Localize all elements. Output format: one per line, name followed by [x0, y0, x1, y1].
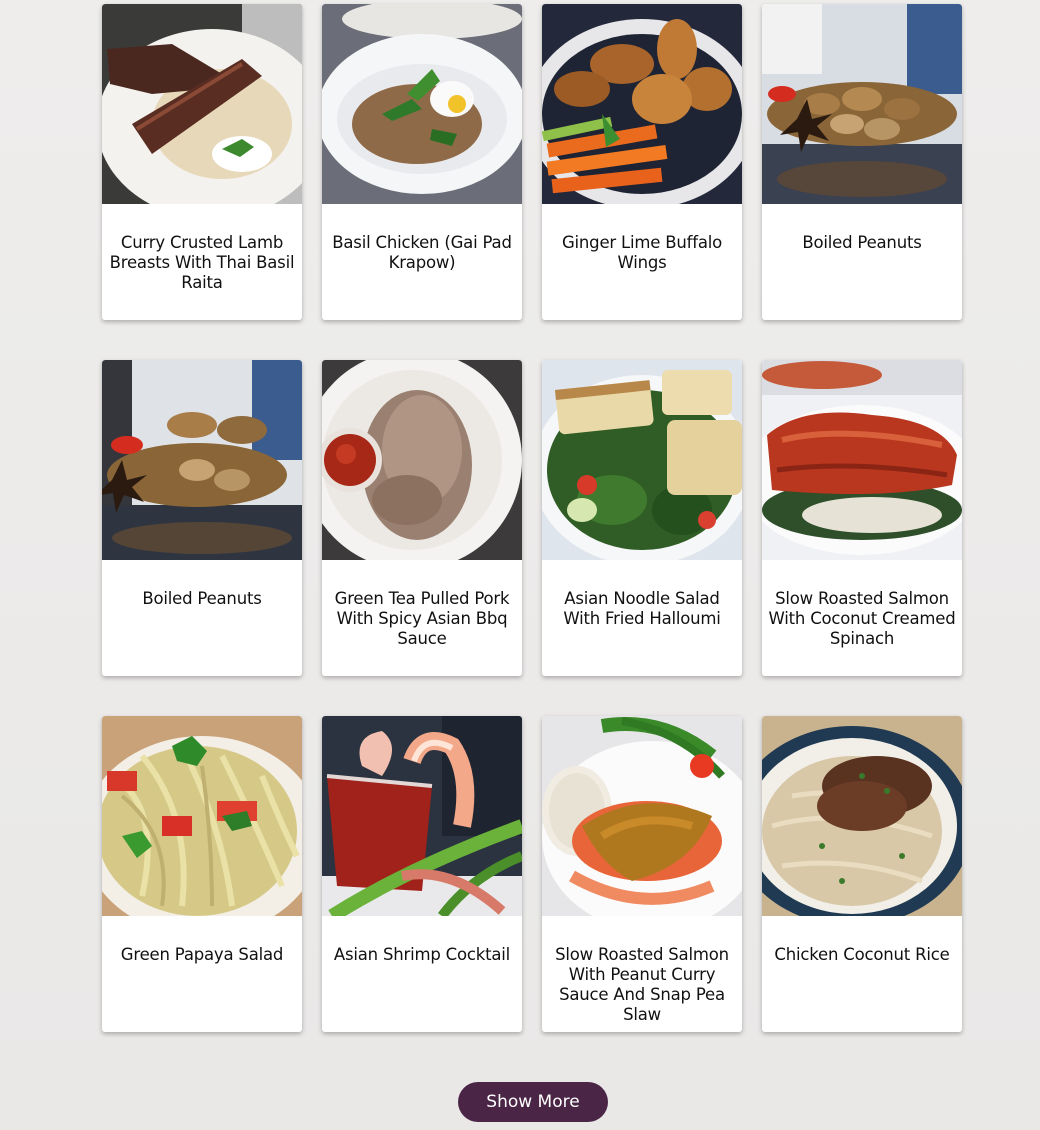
recipe-card[interactable]: Slow Roasted Salmon With Peanut Curry Sa… — [542, 716, 742, 1032]
recipe-card[interactable]: Green Tea Pulled Pork With Spicy Asian B… — [322, 360, 522, 676]
recipe-photo-salmon-curry[interactable] — [542, 716, 742, 916]
recipe-photo-pulled-pork[interactable] — [322, 360, 522, 560]
recipe-title[interactable]: Boiled Peanuts — [102, 560, 302, 609]
recipe-photo-salmon-spinach[interactable] — [762, 360, 962, 560]
recipe-title[interactable]: Curry Crusted Lamb Breasts With Thai Bas… — [102, 204, 302, 293]
recipe-title[interactable]: Basil Chicken (Gai Pad Krapow) — [322, 204, 522, 273]
recipe-title[interactable]: Green Tea Pulled Pork With Spicy Asian B… — [322, 560, 522, 649]
recipe-title[interactable]: Slow Roasted Salmon With Coconut Creamed… — [762, 560, 962, 649]
recipe-title[interactable]: Asian Noodle Salad With Fried Halloumi — [542, 560, 742, 629]
recipe-grid: Curry Crusted Lamb Breasts With Thai Bas… — [102, 4, 962, 1032]
recipe-card[interactable]: Slow Roasted Salmon With Coconut Creamed… — [762, 360, 962, 676]
recipe-photo-halloumi-salad[interactable] — [542, 360, 742, 560]
recipe-title[interactable]: Chicken Coconut Rice — [762, 916, 962, 965]
recipe-photo-basil-chicken[interactable] — [322, 4, 522, 204]
recipe-card[interactable]: Ginger Lime Buffalo Wings — [542, 4, 742, 320]
recipe-photo-coconut-rice[interactable] — [762, 716, 962, 916]
recipe-card[interactable]: Boiled Peanuts — [102, 360, 302, 676]
show-more-button[interactable]: Show More — [458, 1082, 608, 1122]
recipe-card[interactable]: Asian Shrimp Cocktail — [322, 716, 522, 1032]
recipe-photo-papaya-salad[interactable] — [102, 716, 302, 916]
recipe-photo-shrimp-cocktail[interactable] — [322, 716, 522, 916]
recipe-photo-lamb[interactable] — [102, 4, 302, 204]
recipe-grid-page: Curry Crusted Lamb Breasts With Thai Bas… — [0, 0, 1040, 1130]
recipe-card[interactable]: Basil Chicken (Gai Pad Krapow) — [322, 4, 522, 320]
recipe-photo-buffalo-wings[interactable] — [542, 4, 742, 204]
recipe-card[interactable]: Chicken Coconut Rice — [762, 716, 962, 1032]
recipe-title[interactable]: Ginger Lime Buffalo Wings — [542, 204, 742, 273]
recipe-card[interactable]: Boiled Peanuts — [762, 4, 962, 320]
recipe-card[interactable]: Green Papaya Salad — [102, 716, 302, 1032]
recipe-card[interactable]: Asian Noodle Salad With Fried Halloumi — [542, 360, 742, 676]
recipe-title[interactable]: Slow Roasted Salmon With Peanut Curry Sa… — [542, 916, 742, 1025]
recipe-photo-boiled-peanuts[interactable] — [102, 360, 302, 560]
recipe-title[interactable]: Asian Shrimp Cocktail — [322, 916, 522, 965]
recipe-photo-boiled-peanuts[interactable] — [762, 4, 962, 204]
recipe-card[interactable]: Curry Crusted Lamb Breasts With Thai Bas… — [102, 4, 302, 320]
recipe-title[interactable]: Green Papaya Salad — [102, 916, 302, 965]
recipe-title[interactable]: Boiled Peanuts — [762, 204, 962, 253]
